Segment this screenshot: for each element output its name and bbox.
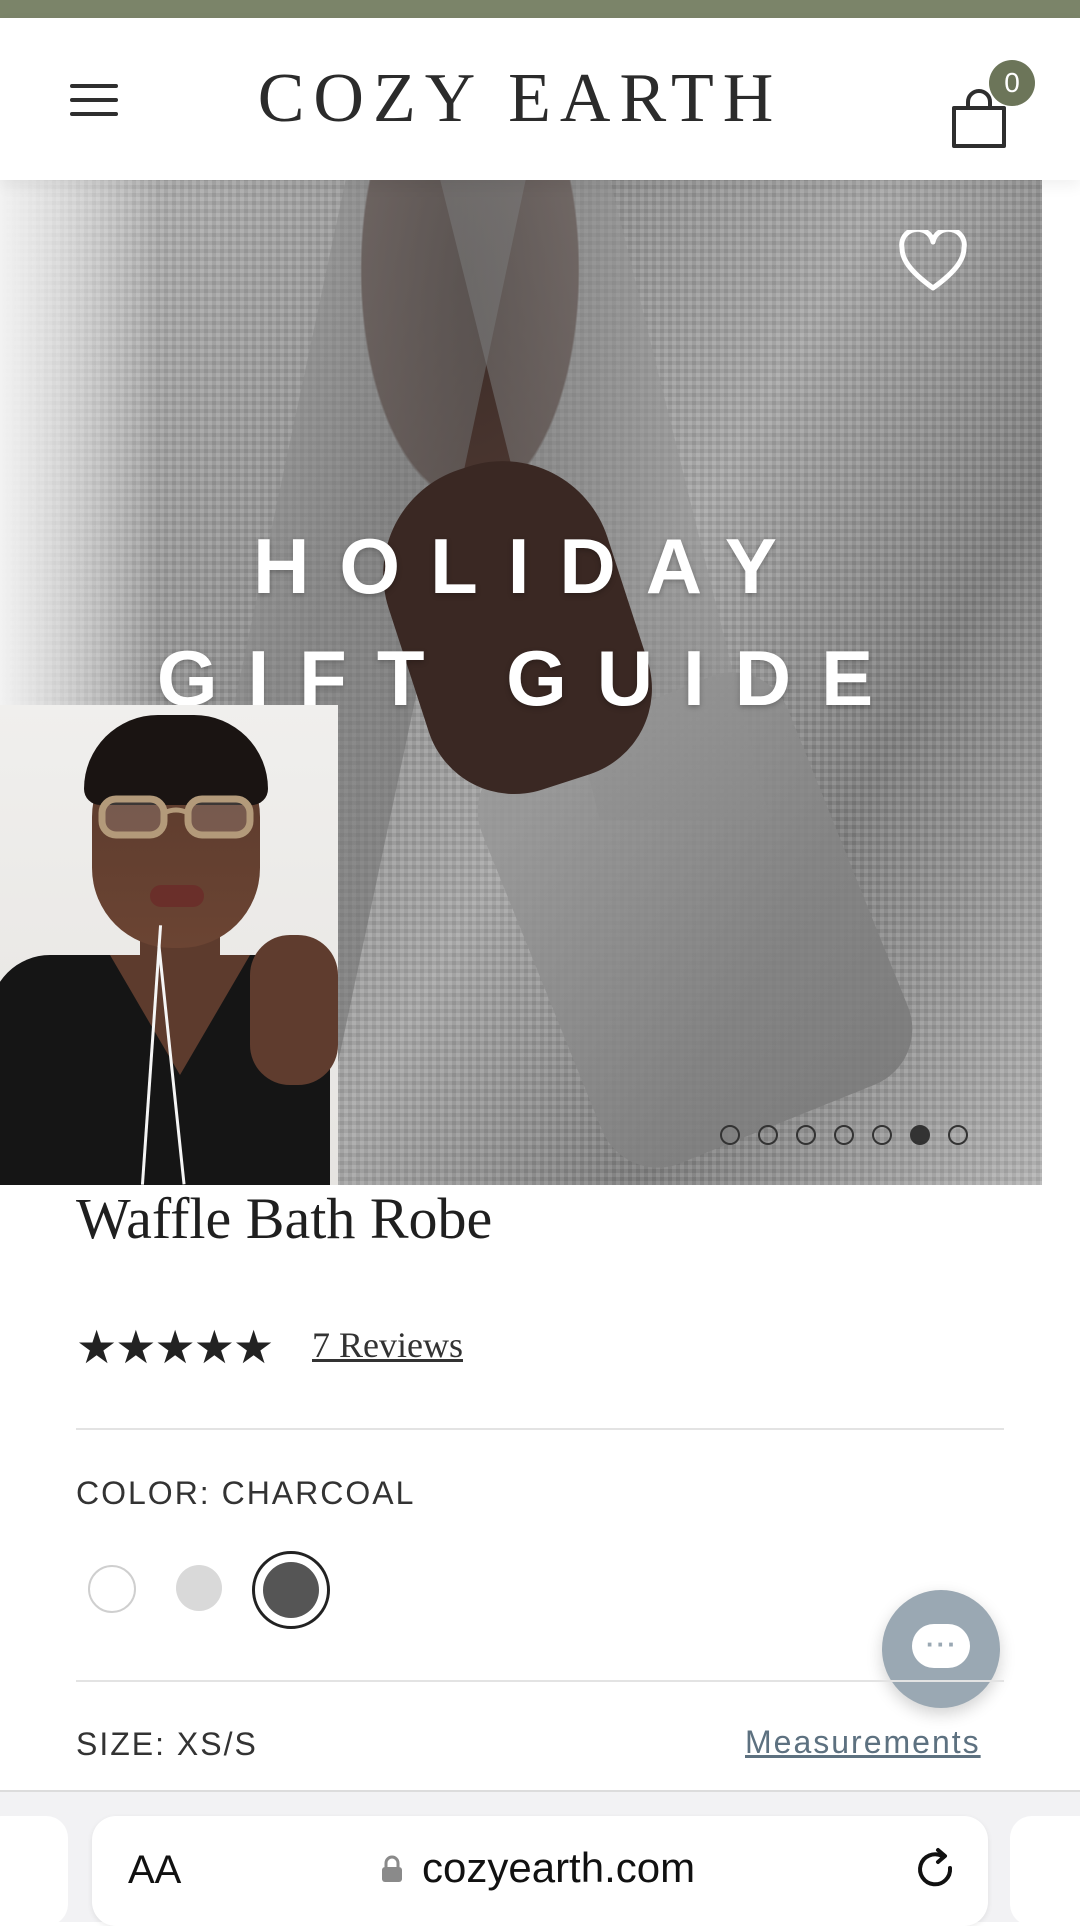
top-accent-bar xyxy=(0,0,1080,18)
product-title: Waffle Bath Robe xyxy=(76,1186,493,1251)
glasses-icon xyxy=(98,795,254,839)
ellipsis-icon: ··· xyxy=(926,1629,958,1659)
reviews-link[interactable]: 7 Reviews xyxy=(312,1324,463,1366)
swatch-white[interactable] xyxy=(88,1565,136,1613)
lock-icon xyxy=(382,1855,402,1882)
carousel-dot[interactable] xyxy=(872,1125,892,1145)
carousel-dot[interactable] xyxy=(910,1125,930,1145)
brand-logo[interactable]: COZY EARTH xyxy=(230,64,810,134)
site-header: COZY EARTH 0 xyxy=(0,18,1080,180)
cart-count-badge: 0 xyxy=(989,60,1035,106)
divider xyxy=(76,1428,1004,1430)
swatch-charcoal-fill xyxy=(263,1562,319,1618)
color-label-key: COLOR: xyxy=(76,1475,211,1511)
address-bar[interactable]: AA cozyearth.com xyxy=(92,1816,988,1926)
color-label: COLOR: CHARCOAL xyxy=(76,1475,415,1512)
carousel-dot[interactable] xyxy=(834,1125,854,1145)
cart-button[interactable]: 0 xyxy=(950,60,1035,160)
reload-icon[interactable] xyxy=(912,1846,960,1894)
presenter-lips xyxy=(150,885,204,907)
hamburger-menu-button[interactable] xyxy=(70,80,120,120)
chat-button[interactable]: ··· xyxy=(882,1590,1000,1708)
presenter-hair xyxy=(84,715,268,805)
hero-title-line1: HOLIDAY xyxy=(253,522,807,610)
presenter-hand xyxy=(250,935,338,1085)
star-icon: ★ xyxy=(193,1321,235,1373)
url-text: cozyearth.com xyxy=(422,1844,696,1891)
size-label-value: XS/S xyxy=(176,1726,258,1762)
hero-overlay-title: HOLIDAY GIFT GUIDE xyxy=(0,510,1042,734)
size-label-key: SIZE: xyxy=(76,1726,167,1762)
rating-stars: ★★★★★ xyxy=(76,1321,274,1373)
carousel-pagination xyxy=(720,1125,986,1147)
wishlist-heart-icon[interactable] xyxy=(898,230,968,294)
swatch-charcoal-selected[interactable] xyxy=(252,1551,330,1629)
carousel-dot[interactable] xyxy=(796,1125,816,1145)
webcam-overlay xyxy=(0,705,338,1185)
measurements-link[interactable]: Measurements xyxy=(745,1724,981,1761)
star-icon: ★ xyxy=(115,1321,156,1373)
text-size-button[interactable]: AA xyxy=(128,1848,181,1893)
browser-toolbar: AA cozyearth.com xyxy=(0,1790,1080,1926)
adjacent-tab-right[interactable] xyxy=(1010,1816,1080,1926)
carousel-dot[interactable] xyxy=(720,1125,740,1145)
carousel-dot[interactable] xyxy=(948,1125,968,1145)
divider xyxy=(76,1680,1004,1682)
adjacent-tab-left[interactable] xyxy=(0,1816,68,1926)
swatch-light-grey[interactable] xyxy=(176,1565,222,1611)
star-icon: ★ xyxy=(76,1321,117,1373)
carousel-dot[interactable] xyxy=(758,1125,778,1145)
star-icon: ★ xyxy=(233,1321,274,1373)
size-label: SIZE: XS/S xyxy=(76,1726,258,1763)
star-icon: ★ xyxy=(154,1321,196,1373)
color-label-value: CHARCOAL xyxy=(221,1475,416,1511)
product-rating: ★★★★★ 7 Reviews xyxy=(76,1320,463,1373)
